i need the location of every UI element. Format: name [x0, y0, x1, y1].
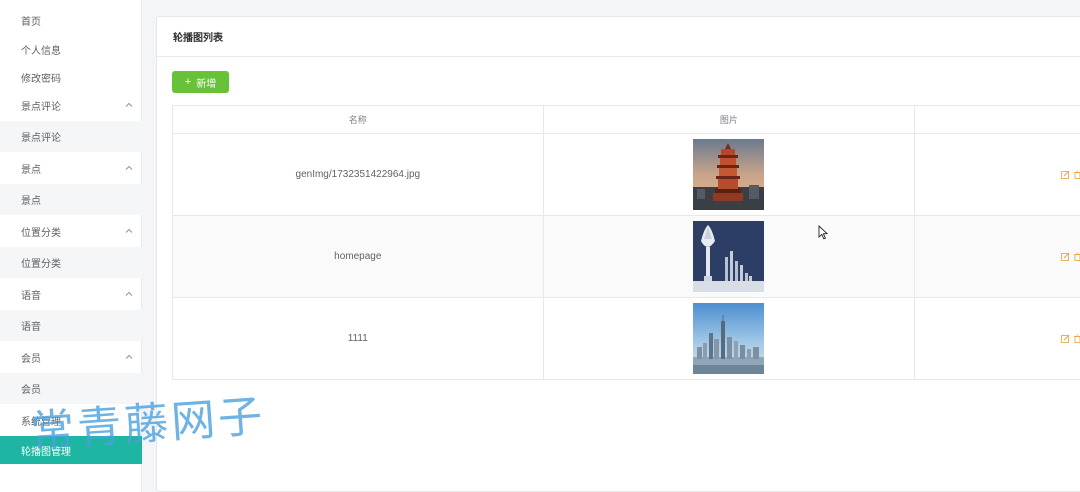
sidebar-item-label: 位置分类	[21, 228, 61, 239]
chevron-up-icon	[125, 165, 133, 170]
sidebar: 首页 个人信息 修改密码 景点评论 景点评论 景点 景点 位置分类 位置分类 语…	[0, 0, 142, 492]
plus-icon: +	[184, 75, 192, 88]
column-header-name[interactable]: 名称	[173, 106, 544, 133]
sidebar-item-label: 轮播图管理	[21, 446, 71, 458]
sidebar-group-location-category[interactable]: 位置分类	[0, 216, 142, 247]
monument-photo[interactable]	[693, 221, 765, 292]
sidebar-item-system-management[interactable]: 系统管理	[0, 405, 142, 436]
sidebar-item-label: 语音	[21, 291, 41, 302]
edit-icon[interactable]	[1061, 252, 1070, 261]
cell-image	[544, 298, 916, 379]
sidebar-item-profile[interactable]: 个人信息	[0, 34, 142, 65]
edit-icon[interactable]	[1061, 170, 1070, 179]
delete-icon[interactable]	[1073, 252, 1080, 261]
table-row: genImg/1732351422964.jpg	[173, 134, 1080, 216]
cell-image	[544, 134, 916, 215]
sidebar-item-change-password[interactable]: 修改密码	[0, 62, 142, 93]
table-row: 1111	[173, 298, 1080, 380]
chevron-up-icon	[125, 102, 133, 107]
add-button-label: 新增	[196, 78, 217, 90]
sidebar-group-scenic-spots[interactable]: 景点	[0, 153, 142, 184]
sidebar-item-label: 景点	[21, 196, 41, 207]
sidebar-item-label: 语音	[21, 322, 41, 333]
cell-name: genImg/1732351422964.jpg	[173, 134, 544, 215]
delete-icon[interactable]	[1073, 334, 1080, 343]
sidebar-group-members[interactable]: 会员	[0, 342, 142, 373]
column-header-image[interactable]: 图片	[544, 106, 916, 133]
sidebar-item-label: 首页	[21, 17, 41, 28]
sidebar-item-label: 会员	[21, 354, 41, 365]
sidebar-item-scenic-comments[interactable]: 景点评论	[0, 121, 142, 152]
add-button[interactable]: + 新增	[172, 71, 229, 93]
column-header-actions	[915, 106, 1080, 133]
panel-title: 轮播图列表	[157, 17, 1080, 57]
row-actions	[1061, 252, 1080, 261]
sidebar-item-label: 景点评论	[21, 133, 61, 144]
sidebar-item-label: 修改密码	[21, 74, 61, 85]
table-row: homepage	[173, 216, 1080, 298]
pagoda-photo[interactable]	[693, 139, 765, 210]
sidebar-group-scenic-comments[interactable]: 景点评论	[0, 90, 142, 121]
cell-name: homepage	[173, 216, 544, 297]
sidebar-item-audio[interactable]: 语音	[0, 310, 142, 341]
mouse-cursor-icon	[818, 225, 828, 240]
row-actions	[1061, 334, 1080, 343]
sidebar-item-carousel-management[interactable]: 轮播图管理	[0, 436, 142, 464]
sidebar-item-members[interactable]: 会员	[0, 373, 142, 404]
cell-actions	[915, 216, 1080, 297]
cell-actions	[915, 298, 1080, 379]
chevron-up-icon	[125, 354, 133, 359]
cell-actions	[915, 134, 1080, 215]
chevron-up-icon	[125, 228, 133, 233]
sidebar-item-scenic-spots[interactable]: 景点	[0, 184, 142, 215]
carousel-table: 名称 图片 genImg/1732351422964.jpg homepage …	[172, 105, 1080, 380]
chevron-up-icon	[125, 291, 133, 296]
carousel-list-panel: 轮播图列表 + 新增 名称 图片 genImg/1732351422964.jp…	[156, 16, 1080, 492]
skyline-photo[interactable]	[693, 303, 765, 374]
sidebar-item-location-category[interactable]: 位置分类	[0, 247, 142, 278]
sidebar-item-label: 景点评论	[21, 102, 61, 113]
row-actions	[1061, 170, 1080, 179]
sidebar-item-label: 个人信息	[21, 46, 61, 57]
delete-icon[interactable]	[1073, 170, 1080, 179]
edit-icon[interactable]	[1061, 334, 1070, 343]
cell-image	[544, 216, 916, 297]
sidebar-item-label: 景点	[21, 165, 41, 176]
cell-name: 1111	[173, 298, 544, 379]
sidebar-item-label: 会员	[21, 385, 41, 396]
sidebar-group-audio[interactable]: 语音	[0, 279, 142, 310]
sidebar-item-label: 系统管理	[21, 417, 61, 428]
sidebar-item-home[interactable]: 首页	[0, 5, 142, 36]
table-header-row: 名称 图片	[173, 106, 1080, 134]
sidebar-item-label: 位置分类	[21, 259, 61, 270]
